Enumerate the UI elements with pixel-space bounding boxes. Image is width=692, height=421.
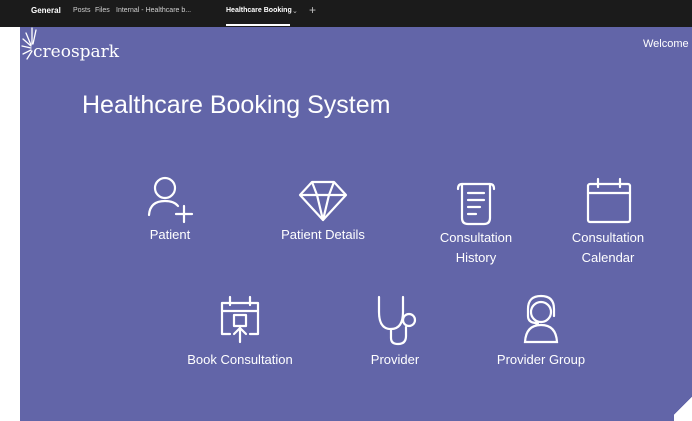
patient-details-tile[interactable]: Patient Details [268,173,378,245]
page-corner-curl [674,391,692,421]
consultation-calendar-label-line2: Calendar [581,250,635,265]
provider-tile[interactable]: Provider [360,292,430,370]
consultation-history-label-line2: History [455,250,497,265]
tab-internal-healthcare[interactable]: Internal - Healthcare b... [116,7,191,14]
page-title: Healthcare Booking System [82,91,391,119]
app-canvas: creospark Welcome Healthcare Booking Sys… [20,27,692,421]
consultation-history-label-line1: Consultation [439,230,513,245]
stethoscope-icon [377,295,417,346]
tab-files[interactable]: Files [95,7,110,14]
channel-name-general[interactable]: General [31,6,61,15]
logo-wordmark: creospark [33,42,120,62]
tab-posts[interactable]: Posts [73,7,91,14]
consultation-calendar-tile[interactable]: Consultation Calendar [560,176,656,268]
provider-group-label: Provider Group [496,352,586,367]
consultation-history-tile[interactable]: Consultation History [428,176,524,268]
add-tab-icon[interactable]: + [309,3,316,17]
calendar-upload-icon [220,295,260,344]
patient-details-label: Patient Details [281,227,365,242]
tab-chevron-down-icon[interactable]: ⌄ [292,7,298,15]
provider-label: Provider [370,352,420,367]
headset-person-icon [523,294,559,344]
welcome-text: Welcome [643,38,689,50]
patient-tile[interactable]: Patient [140,173,200,245]
calendar-icon [586,177,632,224]
channel-tab-bar: General Posts Files Internal - Healthcar… [0,0,692,27]
person-add-icon [147,176,194,224]
active-tab-indicator [226,24,290,26]
book-consultation-label: Book Consultation [187,352,293,367]
provider-group-tile[interactable]: Provider Group [486,292,596,370]
tab-healthcare-booking[interactable]: Healthcare Booking [226,7,292,14]
diamond-icon [298,180,348,222]
patient-label: Patient [149,227,191,242]
document-icon [456,182,496,226]
book-consultation-tile[interactable]: Book Consultation [178,292,302,370]
consultation-calendar-label-line1: Consultation [571,230,645,245]
